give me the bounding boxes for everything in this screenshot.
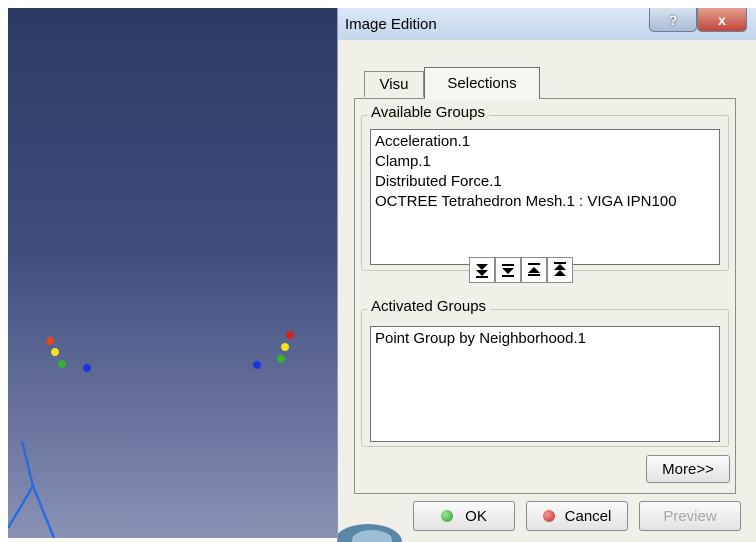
remove-icon xyxy=(528,263,540,276)
list-item[interactable]: Distributed Force.1 xyxy=(375,172,715,192)
app-logo-icon xyxy=(338,524,402,542)
cancel-button-label: Cancel xyxy=(564,507,612,525)
cancel-icon xyxy=(542,510,555,522)
more-button[interactable]: More>> xyxy=(646,455,730,483)
ok-button[interactable]: OK xyxy=(413,501,515,531)
add-button[interactable] xyxy=(495,257,521,283)
help-icon: ? xyxy=(668,11,678,28)
activated-groups-label: Activated Groups xyxy=(367,298,491,315)
activated-groups-list[interactable]: Point Group by Neighborhood.1 xyxy=(370,326,720,442)
3d-viewport[interactable] xyxy=(8,8,338,538)
tab-visu[interactable]: Visu xyxy=(364,71,424,97)
viewport-point xyxy=(281,343,289,351)
cancel-button[interactable]: Cancel xyxy=(526,501,628,531)
viewport-point xyxy=(46,337,54,345)
available-groups-list[interactable]: Acceleration.1 Clamp.1 Distributed Force… xyxy=(370,129,720,265)
list-item[interactable]: OCTREE Tetrahedron Mesh.1 : VIGA IPN100 xyxy=(375,192,715,212)
tab-selections[interactable]: Selections xyxy=(424,67,540,99)
viewport-point xyxy=(286,331,294,339)
viewport-scene xyxy=(8,331,294,538)
button-bar: OK Cancel Preview xyxy=(338,498,756,542)
remove-all-button[interactable] xyxy=(547,257,573,283)
close-button[interactable]: x xyxy=(697,8,747,32)
mesh-edge xyxy=(31,485,56,538)
selections-panel: Available Groups Acceleration.1 Clamp.1 … xyxy=(354,98,736,494)
help-button[interactable]: ? xyxy=(649,8,697,32)
list-item[interactable]: Acceleration.1 xyxy=(375,132,715,152)
ok-icon xyxy=(441,510,454,522)
remove-all-icon xyxy=(554,262,566,276)
viewport-point xyxy=(51,348,59,356)
add-icon xyxy=(502,264,514,277)
add-all-icon xyxy=(476,264,488,278)
more-button-label: More>> xyxy=(662,460,714,478)
add-all-button[interactable] xyxy=(469,257,495,283)
preview-button-label: Preview xyxy=(663,507,717,525)
tab-label: Selections xyxy=(447,75,517,92)
remove-button[interactable] xyxy=(521,257,547,283)
close-icon: x xyxy=(718,11,726,28)
viewport-point xyxy=(83,364,91,372)
list-item[interactable]: Point Group by Neighborhood.1 xyxy=(375,329,715,349)
tab-label: Visu xyxy=(379,76,409,93)
available-groups-label: Available Groups xyxy=(367,104,489,121)
viewport-point xyxy=(58,360,66,368)
mesh-edge xyxy=(8,485,35,529)
dialog-title: Image Edition xyxy=(345,16,437,33)
image-edition-dialog: Image Edition ? x Visu Available Groups … xyxy=(337,8,756,542)
ok-button-label: OK xyxy=(465,507,487,525)
viewport-point xyxy=(253,361,261,369)
title-bar[interactable]: Image Edition ? x xyxy=(338,8,756,40)
list-item[interactable]: Clamp.1 xyxy=(375,152,715,172)
preview-button: Preview xyxy=(639,501,741,531)
viewport-point xyxy=(277,355,285,363)
mesh-edge xyxy=(20,440,35,487)
